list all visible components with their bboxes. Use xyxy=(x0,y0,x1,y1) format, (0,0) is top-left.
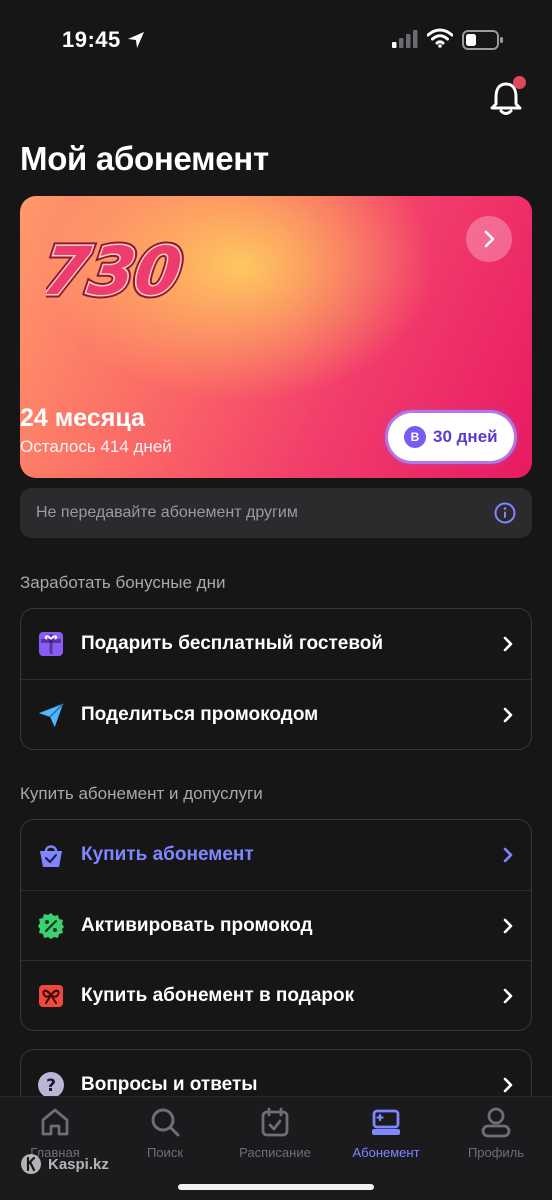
section-title-buy: Купить абонемент и допуслуги xyxy=(20,784,263,803)
calendar-icon xyxy=(261,1107,289,1137)
gift-icon xyxy=(37,630,65,658)
row-label: Активировать промокод xyxy=(81,914,313,936)
watermark-text: Kaspi.kz xyxy=(48,1155,109,1173)
section-title-bonus: Заработать бонусные дни xyxy=(20,573,226,592)
tab-schedule[interactable]: Расписание xyxy=(220,1105,330,1160)
tab-membership[interactable]: Абонемент xyxy=(331,1105,441,1160)
tab-label: Расписание xyxy=(239,1145,311,1160)
chevron-right-icon xyxy=(484,230,495,248)
question-icon: ? xyxy=(37,1071,65,1099)
chevron-right-icon xyxy=(503,847,513,863)
chevron-right-icon xyxy=(503,707,513,722)
notification-badge xyxy=(513,76,526,89)
profile-icon xyxy=(481,1107,511,1138)
row-label: Купить абонемент в подарок xyxy=(81,984,355,1006)
status-time: 19:45 xyxy=(62,27,121,52)
svg-text:730: 730 xyxy=(46,232,186,308)
tab-label: Поиск xyxy=(146,1145,184,1160)
membership-remaining: Осталось 414 дней xyxy=(20,437,172,456)
brand-logo: 730 730 xyxy=(46,229,186,308)
buy-actions-group: Купить абонемент Активировать промокод К… xyxy=(20,819,532,1031)
chevron-right-icon xyxy=(503,988,513,1003)
buy-membership-item[interactable]: Купить абонемент xyxy=(21,820,531,890)
info-icon[interactable] xyxy=(494,502,516,524)
row-label: Купить абонемент xyxy=(81,844,254,865)
status-bar: 19:45 xyxy=(0,0,552,84)
tab-label: Абонемент xyxy=(352,1145,420,1160)
chevron-right-icon xyxy=(503,1077,513,1093)
kaspi-watermark: Kaspi.kz xyxy=(20,1153,109,1175)
notice-banner: Не передавайте абонемент другим xyxy=(20,488,532,538)
bonus-actions-group: Подарить бесплатный гостевой Поделиться … xyxy=(20,608,532,750)
activate-promo-code-item[interactable]: Активировать промокод xyxy=(21,890,531,960)
search-icon xyxy=(151,1108,180,1137)
kaspi-logo-icon xyxy=(21,1154,41,1174)
membership-term: 24 месяца xyxy=(20,404,145,432)
tab-label: Профиль xyxy=(467,1145,525,1160)
tab-search[interactable]: Поиск xyxy=(110,1105,220,1160)
share-promo-code-item[interactable]: Поделиться промокодом xyxy=(21,679,531,749)
chevron-right-icon xyxy=(503,918,513,933)
home-icon xyxy=(41,1108,69,1136)
row-label: Подарить бесплатный гостевой xyxy=(81,633,384,654)
cellular-signal-icon xyxy=(392,30,418,48)
discount-icon xyxy=(37,912,65,940)
gift-guest-pass-item[interactable]: Подарить бесплатный гостевой xyxy=(21,609,531,679)
card-open-button[interactable] xyxy=(466,216,512,262)
send-icon xyxy=(37,701,65,729)
row-label: Поделиться промокодом xyxy=(81,703,319,725)
row-label: Вопросы и ответы xyxy=(81,1074,258,1095)
buy-gift-membership-item[interactable]: Купить абонемент в подарок xyxy=(21,960,531,1030)
battery-icon xyxy=(462,30,503,50)
bonus-days-badge[interactable]: B 30 дней xyxy=(388,413,514,461)
membership-icon xyxy=(372,1109,400,1135)
location-arrow-icon xyxy=(128,32,144,48)
chevron-right-icon xyxy=(503,636,513,652)
tab-home[interactable]: Главная xyxy=(0,1105,110,1160)
notice-text: Не передавайте абонемент другим xyxy=(36,504,298,521)
home-indicator xyxy=(178,1184,374,1190)
svg-text:?: ? xyxy=(46,1076,56,1096)
bonus-coin-icon: B xyxy=(404,426,426,448)
tab-profile[interactable]: Профиль xyxy=(441,1105,551,1160)
page-title: Мой абонемент xyxy=(20,140,269,177)
bonus-days-label: 30 дней xyxy=(433,427,498,446)
gift-bow-icon xyxy=(37,982,65,1010)
wifi-icon xyxy=(427,28,453,48)
shopping-bag-icon xyxy=(37,841,65,869)
